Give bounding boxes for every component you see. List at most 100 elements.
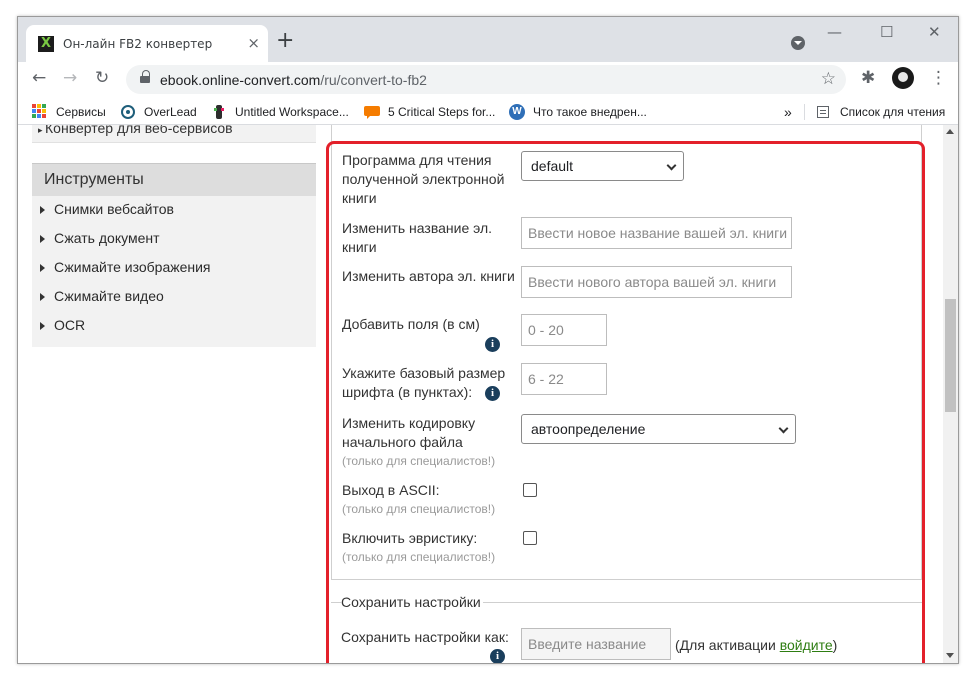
arrow-right-icon (40, 322, 45, 330)
overlead-icon (120, 104, 136, 120)
bookmark-overlead[interactable]: OverLead (120, 103, 197, 120)
profile-avatar[interactable] (892, 67, 914, 89)
sidebar-item-website-screenshots[interactable]: Снимки вебсайтов (32, 196, 316, 225)
reader-program-value: default (531, 158, 574, 174)
save-settings-section: Сохранить настройки Сохранить настройки … (331, 593, 922, 663)
sidebar-item-web-services[interactable]: ▸ Конвертер для веб-сервисов (32, 125, 316, 143)
page-scrollbar[interactable] (943, 125, 958, 663)
arrow-right-icon (40, 264, 45, 272)
bookmark-untitled-workspace[interactable]: Untitled Workspace... (211, 103, 349, 120)
sidebar-item-label: Конвертер для веб-сервисов (45, 125, 233, 136)
info-icon[interactable]: i (485, 386, 500, 401)
font-size-input[interactable]: 6 - 22 (521, 363, 607, 395)
encoding-value: автоопределение (531, 421, 646, 437)
apps-grid-icon (32, 103, 48, 120)
arrow-right-icon: ▸ (38, 125, 46, 135)
forward-icon[interactable]: → (63, 67, 77, 89)
scrollbar-thumb[interactable] (945, 299, 956, 412)
browser-window: X Он-лайн FB2 конвертер × + — ☐ ✕ ← → ↻ … (17, 16, 959, 664)
bookmark-label: OverLead (144, 104, 197, 119)
tab-active[interactable]: X Он-лайн FB2 конвертер × (26, 25, 268, 62)
reload-icon[interactable]: ↻ (95, 67, 109, 89)
save-settings-name-input[interactable]: Введите название (521, 628, 671, 660)
info-icon[interactable]: i (490, 649, 505, 663)
url-text[interactable]: ebook.online-convert.com/ru/convert-to-f… (160, 72, 427, 88)
scroll-up-icon[interactable] (946, 129, 954, 134)
new-tab-button[interactable]: + (276, 30, 294, 52)
ebook-title-label: Изменить название эл. книги (342, 220, 493, 255)
settings-panel: Программа для чтения полученной электрон… (331, 125, 922, 580)
info-icon[interactable]: i (485, 337, 500, 352)
margins-input[interactable]: 0 - 20 (521, 314, 607, 346)
encoding-label: Изменить кодировку начального файла (342, 415, 476, 450)
chevron-down-icon (778, 423, 789, 434)
specialists-note: (только для специалистов!) (342, 502, 496, 516)
reader-program-label: Программа для чтения полученной электрон… (342, 152, 505, 206)
page-content: ▸ Конвертер для веб-сервисов Инструменты… (18, 125, 958, 663)
ebook-author-label: Изменить автора эл. книги (342, 268, 515, 284)
tab-search-icon[interactable] (791, 36, 805, 50)
bookmark-label: Сервисы (56, 104, 106, 119)
save-settings-legend: Сохранить настройки (341, 593, 483, 612)
ebook-title-input[interactable]: Ввести новое название вашей эл. книги (521, 217, 792, 249)
ebook-author-input[interactable]: Ввести нового автора вашей эл. книги (521, 266, 792, 298)
bookmark-label: 5 Critical Steps for... (388, 104, 496, 119)
menu-icon[interactable]: ⋮ (930, 67, 947, 89)
w-circle-icon: W (509, 103, 525, 120)
close-window-button[interactable]: ✕ (928, 23, 941, 41)
activation-note: (Для активации войдите) (675, 636, 837, 655)
scroll-down-icon[interactable] (946, 653, 954, 658)
sidebar-item-compress-document[interactable]: Сжать документ (32, 225, 316, 254)
reading-list-label: Список для чтения (840, 104, 946, 119)
lock-icon[interactable] (140, 70, 150, 85)
extensions-icon[interactable]: ✱ (861, 67, 875, 89)
specialists-note: (только для специалистов!) (342, 550, 496, 564)
heuristics-label: Включить эвристику: (342, 530, 478, 546)
arrow-right-icon (40, 235, 45, 243)
encoding-select[interactable]: автоопределение (521, 414, 796, 444)
activation-prefix: (Для активации (675, 637, 780, 653)
chevron-down-icon (666, 160, 677, 171)
sidebar-item-label: Сжать документ (54, 230, 160, 246)
tab-title: Он-лайн FB2 конвертер (63, 36, 213, 51)
bookmarks-divider (804, 104, 805, 120)
bookmark-label: Что такое внедрен... (533, 104, 647, 119)
bookmark-star-icon[interactable]: ☆ (821, 68, 836, 90)
tab-strip: X Он-лайн FB2 конвертер × + — ☐ ✕ (18, 17, 958, 62)
ascii-checkbox[interactable] (523, 483, 537, 497)
sidebar-item-compress-images[interactable]: Сжимайте изображения (32, 254, 316, 283)
sidebar-item-label: Снимки вебсайтов (54, 201, 174, 217)
reading-list-button[interactable]: Список для чтения (816, 103, 945, 120)
chat-bubble-icon (364, 104, 380, 120)
workspace-icon (211, 104, 227, 120)
specialists-note: (только для специалистов!) (342, 454, 496, 468)
heuristics-checkbox[interactable] (523, 531, 537, 545)
login-link[interactable]: войдите (780, 637, 833, 653)
url-host: ebook.online-convert.com (160, 72, 321, 88)
url-path: /ru/convert-to-fb2 (320, 72, 427, 88)
ascii-label: Выход в ASCII: (342, 482, 440, 498)
sidebar-item-label: Сжимайте изображения (54, 259, 211, 275)
bookmarks-bar: Сервисы OverLead Untitled Workspace... 5… (18, 98, 958, 125)
sidebar-item-ocr[interactable]: OCR (32, 312, 316, 341)
arrow-right-icon (40, 206, 45, 214)
minimize-button[interactable]: — (827, 23, 842, 41)
save-settings-label: Сохранить настройки как: (341, 629, 509, 645)
tools-heading: Инструменты (32, 163, 316, 196)
bookmark-chto-takoe[interactable]: W Что такое внедрен... (509, 103, 647, 120)
bookmark-label: Untitled Workspace... (235, 104, 349, 119)
address-bar[interactable]: ebook.online-convert.com/ru/convert-to-f… (126, 65, 846, 94)
bookmark-critical-steps[interactable]: 5 Critical Steps for... (364, 103, 495, 120)
margins-label: Добавить поля (в см) (342, 316, 480, 332)
arrow-right-icon (40, 293, 45, 301)
tab-close-icon[interactable]: × (247, 35, 260, 51)
sidebar-item-label: Сжимайте видео (54, 288, 164, 304)
bookmark-apps[interactable]: Сервисы (32, 103, 106, 120)
bookmarks-overflow-button[interactable]: » (784, 103, 792, 120)
maximize-button[interactable]: ☐ (880, 23, 893, 41)
reader-program-select[interactable]: default (521, 151, 684, 181)
sidebar-item-label: OCR (54, 317, 86, 333)
tools-list: Снимки вебсайтов Сжать документ Сжимайте… (32, 196, 316, 347)
back-icon[interactable]: ← (32, 67, 46, 89)
sidebar-item-compress-video[interactable]: Сжимайте видео (32, 283, 316, 312)
